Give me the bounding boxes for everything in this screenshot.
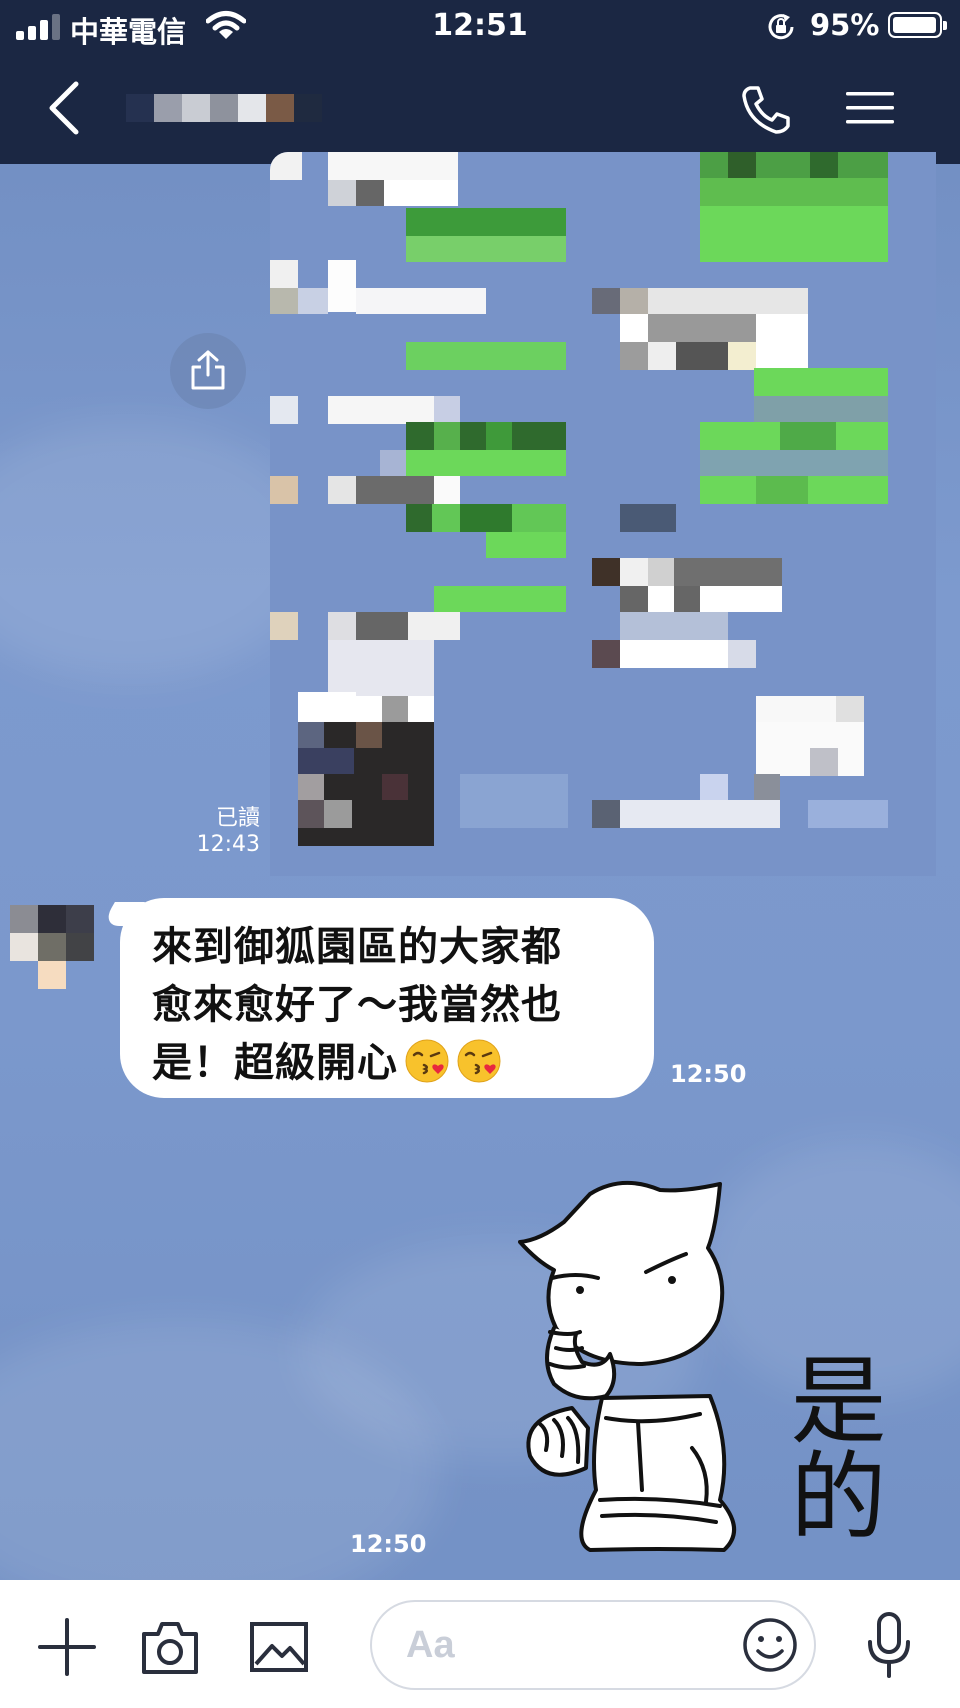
share-button[interactable] xyxy=(170,333,246,409)
message-line-with-emoji: 是！超級開心 xyxy=(152,1034,624,1092)
read-receipt: 已讀 xyxy=(215,806,260,831)
image-message-redacted[interactable] xyxy=(270,152,936,876)
battery-icon xyxy=(888,12,947,38)
message-time: 12:50 xyxy=(670,1060,747,1088)
rotation-lock-icon xyxy=(768,14,794,40)
kissing-heart-emoji-icon xyxy=(457,1039,501,1083)
plus-icon[interactable] xyxy=(36,1616,98,1678)
battery-percent: 95% xyxy=(810,8,880,42)
menu-icon[interactable] xyxy=(846,90,894,126)
message-time: 12:43 xyxy=(196,832,260,857)
message-time: 12:50 xyxy=(350,1530,427,1558)
header-bar: 中華電信 12:51 95% xyxy=(0,0,960,164)
message-line: 愈來愈好了～我當然也 xyxy=(152,982,562,1028)
back-icon[interactable] xyxy=(44,78,84,138)
fox-sticker[interactable]: 是的 xyxy=(510,1150,940,1560)
message-line: 是！超級開心 xyxy=(152,1040,398,1086)
kissing-heart-emoji-icon xyxy=(405,1039,449,1083)
status-bar: 中華電信 12:51 95% xyxy=(0,0,960,54)
call-icon[interactable] xyxy=(738,82,794,138)
share-icon xyxy=(191,350,225,390)
emoji-icon[interactable] xyxy=(742,1617,798,1673)
camera-icon[interactable] xyxy=(138,1618,202,1676)
image-icon[interactable] xyxy=(248,1618,310,1676)
text-message-bubble[interactable]: 來到御狐園區的大家都 愈來愈好了～我當然也 是！超級開心 xyxy=(120,898,654,1098)
contact-name-redacted xyxy=(126,94,322,122)
message-line: 來到御狐園區的大家都 xyxy=(152,924,562,970)
mic-icon[interactable] xyxy=(864,1610,914,1680)
avatar[interactable] xyxy=(10,905,94,989)
sticker-text: 是的 xyxy=(774,1350,886,1542)
